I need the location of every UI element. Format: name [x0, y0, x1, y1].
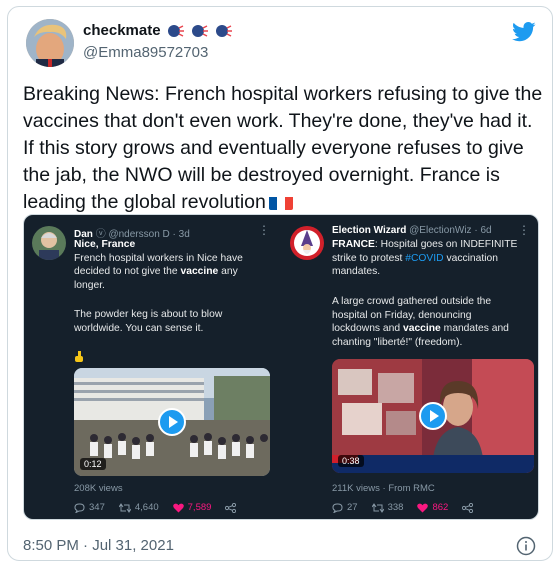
text-line: lockdowns and	[332, 323, 403, 334]
pointing-emoji-icon	[74, 350, 84, 362]
text-line: strike to protest	[332, 252, 406, 264]
play-button[interactable]	[158, 408, 186, 436]
bold-word: vaccine	[402, 323, 441, 334]
retweet-icon	[371, 502, 384, 513]
tweet-timestamp[interactable]: 8:50 PM · Jul 31, 2021	[23, 537, 174, 554]
heart-icon	[417, 503, 429, 512]
embedded-text-2: A large crowd gathered outside the hospi…	[332, 295, 532, 349]
twitter-bird-icon[interactable]	[512, 22, 536, 42]
embedded-handle: @ElectionWiz	[409, 225, 472, 236]
reply-count: 347	[89, 502, 105, 513]
like-action[interactable]: 862	[417, 502, 448, 513]
retweet-count: 4,640	[134, 502, 159, 513]
avatar[interactable]	[26, 19, 74, 67]
hashtag-link[interactable]: #COVID	[405, 253, 443, 264]
text-line: longer.	[74, 279, 105, 291]
embedded-header: Election Wizard @ElectionWiz · 6d	[332, 225, 492, 236]
text-line: hospital on Friday, denouncing	[332, 309, 472, 321]
user-handle[interactable]: @Emma89572703	[83, 44, 208, 61]
location-text: Nice, France	[74, 239, 136, 250]
embedded-avatar	[32, 226, 66, 260]
text-line: French hospital workers in Nice have	[74, 252, 243, 264]
retweet-count: 338	[387, 502, 404, 513]
reply-icon	[332, 503, 343, 513]
speaking-head-icon	[167, 23, 185, 39]
heart-icon	[172, 503, 184, 512]
share-icon	[462, 502, 474, 513]
reply-count: 27	[347, 502, 358, 513]
tweet-card: checkmate @Emma89572703 Breaking News: F…	[7, 6, 553, 561]
more-icon: ⋮	[258, 223, 270, 237]
text-line: The powder keg is about to blow	[74, 309, 223, 320]
embedded-actions: 27 338 862	[332, 502, 487, 513]
view-count: 211K views · From RMC	[332, 483, 435, 494]
video-thumbnail[interactable]: 0:38	[332, 359, 534, 473]
france-flag-icon	[268, 194, 293, 210]
like-count: 862	[432, 502, 449, 513]
display-name[interactable]: checkmate	[83, 22, 161, 39]
video-duration: 0:12	[80, 458, 106, 470]
video-duration: 0:38	[338, 455, 364, 467]
reply-icon	[74, 503, 85, 513]
retweet-action[interactable]: 338	[371, 502, 404, 513]
text-line: vaccination	[443, 252, 498, 264]
like-action[interactable]: 7,589	[172, 502, 212, 513]
share-icon	[225, 502, 237, 513]
text-line: : Hospital goes on INDEFINITE	[374, 239, 518, 250]
embedded-text: Nice, France French hospital workers in …	[74, 238, 269, 292]
share-action[interactable]	[225, 502, 237, 513]
retweet-icon	[118, 502, 131, 513]
text-line: mandates.	[332, 266, 381, 277]
video-thumbnail[interactable]: 0:12	[74, 368, 270, 476]
embedded-text-2: The powder keg is about to blow worldwid…	[74, 308, 269, 335]
reply-action[interactable]: 27	[332, 502, 358, 513]
text-line: A large crowd gathered outside the	[332, 296, 492, 307]
info-icon[interactable]	[516, 536, 536, 556]
share-action[interactable]	[462, 502, 474, 513]
embedded-text: FRANCE: Hospital goes on INDEFINITE stri…	[332, 238, 532, 279]
view-count: 208K views	[74, 483, 123, 494]
embedded-time: 6d	[480, 225, 492, 236]
reply-action[interactable]: 347	[74, 502, 105, 513]
embedded-actions: 347 4,640 7,589	[74, 502, 250, 513]
like-count: 7,589	[187, 502, 212, 513]
text-line: any	[218, 266, 238, 277]
embedded-tweet-right: Election Wizard @ElectionWiz · 6d ⋮ FRAN…	[282, 215, 538, 519]
retweet-action[interactable]: 4,640	[118, 502, 159, 513]
text-line: decided to not give the	[74, 266, 181, 277]
embedded-avatar	[290, 226, 324, 260]
bold-word: vaccine	[180, 266, 219, 277]
play-button[interactable]	[419, 402, 447, 430]
text-line: chanting "liberté!" (freedom).	[332, 336, 463, 348]
more-icon: ⋮	[518, 223, 530, 237]
text-line: worldwide. You can sense it.	[74, 322, 204, 334]
embedded-name: Election Wizard	[332, 225, 407, 236]
embedded-image[interactable]: Dan ⓥ @ndersson D · 3d ⋮ Nice, France Fr…	[23, 214, 539, 520]
bold-word: FRANCE	[332, 239, 375, 250]
text-line: mandates and	[440, 323, 509, 334]
speaking-head-icon	[215, 23, 233, 39]
embedded-tweet-left: Dan ⓥ @ndersson D · 3d ⋮ Nice, France Fr…	[24, 215, 280, 519]
tweet-body: Breaking News: French hospital workers r…	[23, 81, 543, 216]
author-name-row: checkmate	[83, 22, 233, 39]
speaking-head-icon	[191, 23, 209, 39]
